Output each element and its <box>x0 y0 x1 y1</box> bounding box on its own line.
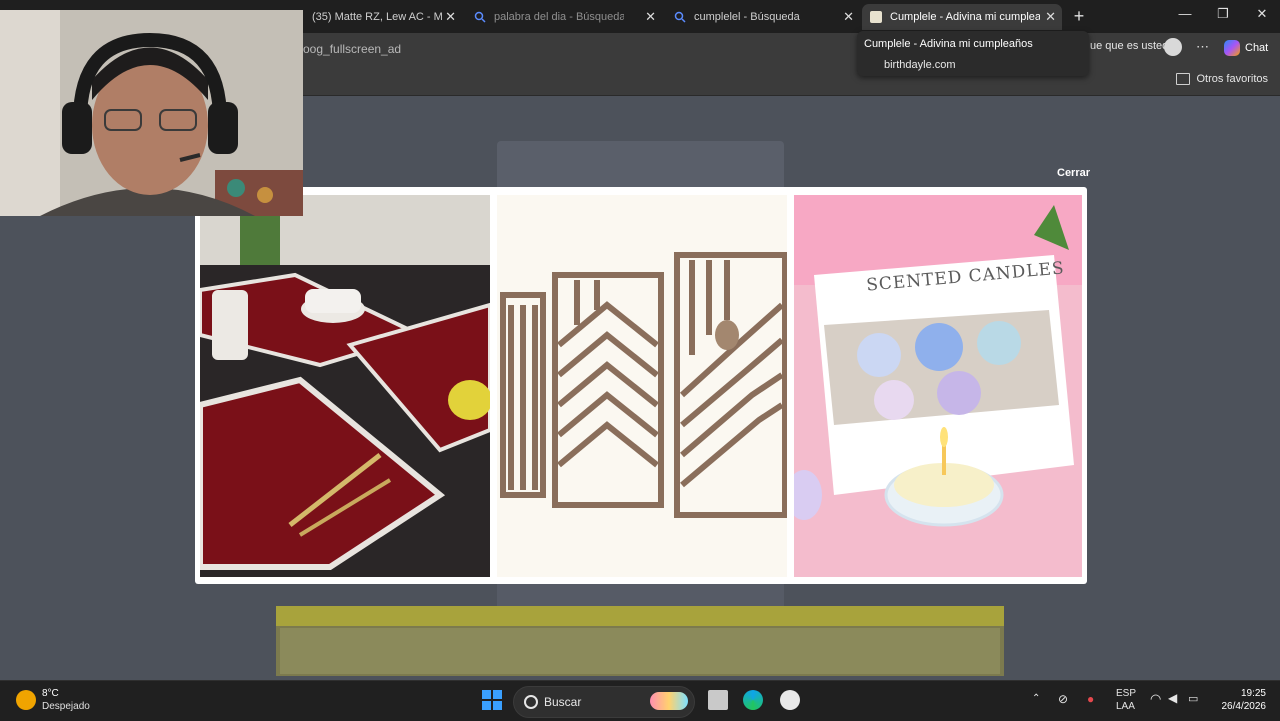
windows-start-icon[interactable] <box>482 690 502 710</box>
close-icon[interactable]: ✕ <box>445 9 456 25</box>
ad-banner[interactable]: SCENTED CANDLES <box>195 187 1087 584</box>
copilot-button[interactable]: Chat <box>1224 38 1274 58</box>
weather-temperature[interactable]: 8°C <box>42 688 59 699</box>
url-text[interactable]: oog_fullscreen_ad <box>303 42 401 56</box>
close-icon[interactable]: ✕ <box>843 9 854 25</box>
folder-icon <box>1176 73 1191 85</box>
tab-label: (35) Matte RZ, Lew AC - Me Enamoré <box>312 11 442 23</box>
edge-icon[interactable] <box>743 690 763 710</box>
tab-tooltip: Cumplele - Adivina mi cumpleaños birthda… <box>857 31 1089 76</box>
taskbar-search[interactable]: Buscar <box>513 686 695 718</box>
close-icon[interactable]: ✕ <box>645 9 656 25</box>
copilot-label: Chat <box>1245 42 1269 54</box>
language-top[interactable]: ESP <box>1116 688 1136 699</box>
more-icon[interactable]: ⋯ <box>1196 39 1209 55</box>
ad-image-candles[interactable]: SCENTED CANDLES <box>794 195 1082 577</box>
wall-panels-illustration <box>497 195 787 577</box>
new-tab-button[interactable]: + <box>1068 6 1090 26</box>
tab-palabra[interactable]: palabra del dia - Búsqueda ✕ <box>466 4 662 30</box>
ad-image-wall-panels[interactable] <box>497 195 787 577</box>
battery-icon[interactable]: ▭ <box>1188 692 1198 705</box>
search-icon <box>524 695 538 709</box>
search-icon <box>674 11 686 23</box>
tab-cumplelel[interactable]: cumplelel - Búsqueda ✕ <box>666 4 860 30</box>
wifi-icon[interactable]: ◠ <box>1150 691 1161 707</box>
other-favorites[interactable]: Otros favoritos <box>1176 73 1268 85</box>
profile-label[interactable]: ue que es usted <box>1090 40 1168 52</box>
dimmed-banner <box>276 606 1004 676</box>
microphone-icon[interactable]: ● <box>1087 692 1094 706</box>
close-icon[interactable]: ✕ <box>1045 9 1056 25</box>
tooltip-domain: birthdayle.com <box>884 59 956 71</box>
chrome-icon[interactable] <box>780 690 800 710</box>
tab-cumplele[interactable]: Cumplele - Adivina mi cumpleaños ✕ <box>862 4 1062 30</box>
search-icon <box>474 11 486 23</box>
search-label: Buscar <box>544 695 582 709</box>
webcam-overlay <box>0 10 303 216</box>
close-ad-button[interactable]: Cerrar <box>1057 167 1090 179</box>
search-highlight-icon <box>650 692 688 710</box>
language-bottom[interactable]: LAA <box>1116 701 1135 712</box>
avatar[interactable] <box>1164 38 1182 56</box>
webcam-person-image <box>0 10 303 216</box>
tab-youtube[interactable]: (35) Matte RZ, Lew AC - Me Enamoré ✕ <box>304 4 462 30</box>
close-window-button[interactable]: ✕ <box>1247 6 1277 22</box>
clock-date: 26/4/2026 <box>1221 701 1267 712</box>
ad-image-placemats[interactable] <box>200 195 490 577</box>
dimmed-header <box>497 141 784 191</box>
tab-label: Cumplele - Adivina mi cumpleaños <box>890 11 1040 23</box>
taskbar: 8°C Despejado Buscar ⌃ ⊘ ● ESP LAA ◠ ◀ ▭… <box>0 680 1280 721</box>
moon-icon[interactable] <box>16 690 36 710</box>
favicon-icon <box>870 11 882 23</box>
placemats-illustration <box>200 195 490 577</box>
weather-condition[interactable]: Despejado <box>42 701 90 712</box>
copilot-icon <box>1224 40 1240 56</box>
clock-time: 19:25 <box>1240 688 1266 699</box>
other-favorites-label: Otros favoritos <box>1196 73 1268 85</box>
tab-label: palabra del dia - Búsqueda <box>494 11 624 23</box>
chevron-up-icon[interactable]: ⌃ <box>1032 693 1040 704</box>
volume-icon[interactable]: ◀ <box>1168 691 1177 705</box>
maximize-button[interactable]: ❐ <box>1208 6 1238 22</box>
clock[interactable]: 19:25 26/4/2026 <box>1222 687 1267 713</box>
candles-illustration <box>794 195 1082 577</box>
dimmed-strip <box>497 584 784 606</box>
network-off-icon[interactable]: ⊘ <box>1058 692 1068 706</box>
task-view-icon[interactable] <box>708 690 728 710</box>
tab-label: cumplelel - Búsqueda <box>694 11 800 23</box>
tooltip-title: Cumplele - Adivina mi cumpleaños <box>864 38 1033 50</box>
minimize-button[interactable]: — <box>1170 6 1200 21</box>
